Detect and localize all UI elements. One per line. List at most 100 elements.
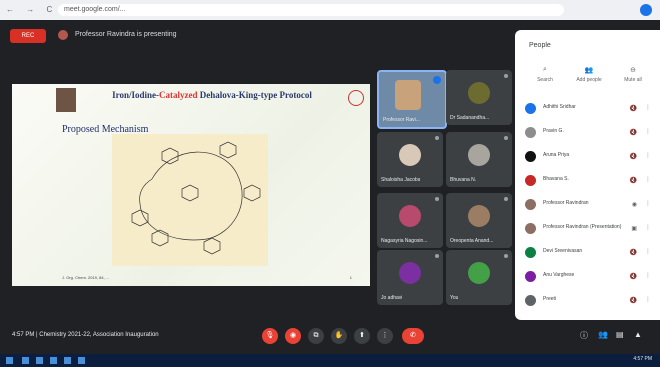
- more-options-icon[interactable]: ⋮: [645, 128, 651, 135]
- mic-status-icon[interactable]: 🔇: [630, 297, 637, 304]
- captions-button[interactable]: ⧉: [308, 328, 324, 344]
- participant-avatar: [468, 82, 490, 104]
- video-tile[interactable]: Professor Ravi...: [377, 70, 447, 129]
- participant-avatar: [525, 199, 536, 210]
- video-tile[interactable]: Jo adhavi: [377, 250, 443, 305]
- present-button[interactable]: ⬆: [354, 328, 370, 344]
- chat-icon[interactable]: ▤: [616, 330, 624, 339]
- participant-row[interactable]: Devi Sreenivasan 🔇 ⋮: [525, 244, 655, 262]
- taskbar-app-icon[interactable]: [22, 357, 29, 364]
- mic-off-icon: [435, 254, 439, 258]
- search-people-button[interactable]: ⌕ Search: [525, 66, 565, 83]
- mechanism-diagram: [112, 134, 268, 266]
- taskbar-clock: 4:57 PM: [633, 356, 652, 362]
- participant-avatar: [399, 262, 421, 284]
- panel-title: People: [529, 42, 551, 49]
- browser-toolbar: ← → C ⌂ meet.google.com/...: [0, 0, 660, 20]
- participant-avatar: [399, 144, 421, 166]
- participant-avatar: [399, 205, 421, 227]
- more-options-icon[interactable]: ⋮: [645, 104, 651, 111]
- people-panel: People ⌕ Search 👥 Add people ⊖ Mute all Adh…: [515, 30, 660, 320]
- mic-off-icon: [435, 197, 439, 201]
- participant-avatar: [525, 103, 536, 114]
- mic-off-icon: [435, 136, 439, 140]
- more-options-icon[interactable]: ⋮: [645, 152, 651, 159]
- info-icon[interactable]: ⓘ: [580, 330, 588, 341]
- meeting-info: 4:57 PM | Chemistry 2021-22, Association…: [12, 332, 159, 338]
- video-tile[interactable]: Oreopenta Anand...: [446, 193, 512, 248]
- shared-slide: Iron/Iodine-Catalyzed Dehalova-King-type…: [12, 84, 370, 286]
- taskbar-app-icon[interactable]: [36, 357, 43, 364]
- tile-name: Dr Sadanandha...: [450, 115, 490, 121]
- slide-title: Iron/Iodine-Catalyzed Dehalova-King-type…: [112, 90, 312, 100]
- add-people-icon: 👥: [584, 67, 594, 74]
- participant-row[interactable]: Pravin G. 🔇 ⋮: [525, 124, 655, 142]
- slide-page-number: 1: [349, 275, 352, 280]
- mic-status-icon[interactable]: 🔇: [630, 273, 637, 280]
- mic-status-icon[interactable]: 🔇: [630, 177, 637, 184]
- address-bar[interactable]: meet.google.com/...: [58, 4, 564, 16]
- search-icon: ⌕: [543, 66, 547, 73]
- mute-all-button[interactable]: ⊖ Mute all: [613, 66, 653, 83]
- activities-icon[interactable]: ▲: [634, 330, 642, 339]
- profile-icon[interactable]: [640, 4, 652, 16]
- participant-name: Adhithi Sridhar: [543, 104, 576, 110]
- mic-status-icon[interactable]: ◉: [632, 201, 637, 208]
- participant-name: Aruna Priya: [543, 152, 570, 158]
- participant-row[interactable]: Anu Varghese 🔇 ⋮: [525, 268, 655, 286]
- participant-name: Professor Ravindran (Presentation): [543, 224, 622, 230]
- raise-hand-button[interactable]: ✋: [331, 328, 347, 344]
- participant-row[interactable]: Professor Ravindran (Presentation) ▣ ⋮: [525, 220, 655, 238]
- participant-avatar: [525, 271, 536, 282]
- more-options-icon[interactable]: ⋮: [645, 248, 651, 255]
- presenter-avatar: [58, 30, 68, 40]
- more-options-button[interactable]: ⋮: [377, 328, 393, 344]
- meeting-header: REC Professor Ravindra is presenting: [0, 20, 515, 48]
- more-options-icon[interactable]: ⋮: [645, 200, 651, 207]
- participant-name: Preeti: [543, 296, 557, 302]
- windows-taskbar: 4:57 PM: [0, 354, 660, 367]
- participant-row[interactable]: Aruna Priya 🔇 ⋮: [525, 148, 655, 166]
- mic-status-icon[interactable]: 🔇: [630, 249, 637, 256]
- taskbar-app-icon[interactable]: [50, 357, 57, 364]
- mic-status-icon[interactable]: ▣: [631, 225, 637, 232]
- more-options-icon[interactable]: ⋮: [645, 272, 651, 279]
- mic-toggle-button[interactable]: 🎙: [262, 328, 278, 344]
- participant-avatar: [468, 144, 490, 166]
- meeting-controls-bar: 4:57 PM | Chemistry 2021-22, Association…: [0, 320, 660, 354]
- participant-avatar: [468, 262, 490, 284]
- video-tile[interactable]: Nagasyria Nagosin...: [377, 193, 443, 248]
- tile-name: Oreopenta Anand...: [450, 238, 494, 244]
- more-options-icon[interactable]: ⋮: [645, 176, 651, 183]
- video-tile[interactable]: Shaloisha Jacoba: [377, 132, 443, 187]
- start-icon[interactable]: [6, 357, 13, 364]
- panel-actions: ⌕ Search 👥 Add people ⊖ Mute all: [525, 66, 655, 92]
- people-icon[interactable]: 👥: [598, 330, 608, 339]
- taskbar-app-icon[interactable]: [64, 357, 71, 364]
- participant-row[interactable]: Bhavana S. 🔇 ⋮: [525, 172, 655, 190]
- mic-status-icon[interactable]: 🔇: [630, 105, 637, 112]
- participant-row[interactable]: Adhithi Sridhar 🔇 ⋮: [525, 100, 655, 118]
- participant-row[interactable]: Professor Ravindran ◉ ⋮: [525, 196, 655, 214]
- add-people-button[interactable]: 👥 Add people: [569, 66, 609, 83]
- mic-off-icon: [504, 74, 508, 78]
- video-tile[interactable]: Bhuvana N.: [446, 132, 512, 187]
- taskbar-app-icon[interactable]: [78, 357, 85, 364]
- leave-call-button[interactable]: ✆: [402, 328, 424, 344]
- tile-name: Nagasyria Nagosin...: [381, 238, 428, 244]
- participant-avatar: [525, 127, 536, 138]
- more-options-icon[interactable]: ⋮: [645, 224, 651, 231]
- mic-status-icon[interactable]: 🔇: [630, 129, 637, 136]
- participant-row[interactable]: Preeti 🔇 ⋮: [525, 292, 655, 310]
- video-tile[interactable]: Dr Sadanandha...: [446, 70, 512, 125]
- tile-name: Bhuvana N.: [450, 177, 477, 183]
- tile-name: You: [450, 295, 459, 301]
- participant-avatar: [525, 247, 536, 258]
- camera-toggle-button[interactable]: ◉: [285, 328, 301, 344]
- tile-name: Jo adhavi: [381, 295, 403, 301]
- participant-name: Pravin G.: [543, 128, 564, 134]
- more-options-icon[interactable]: ⋮: [645, 296, 651, 303]
- mic-status-icon[interactable]: 🔇: [630, 153, 637, 160]
- video-tile[interactable]: You: [446, 250, 512, 305]
- recording-badge: REC: [10, 29, 46, 43]
